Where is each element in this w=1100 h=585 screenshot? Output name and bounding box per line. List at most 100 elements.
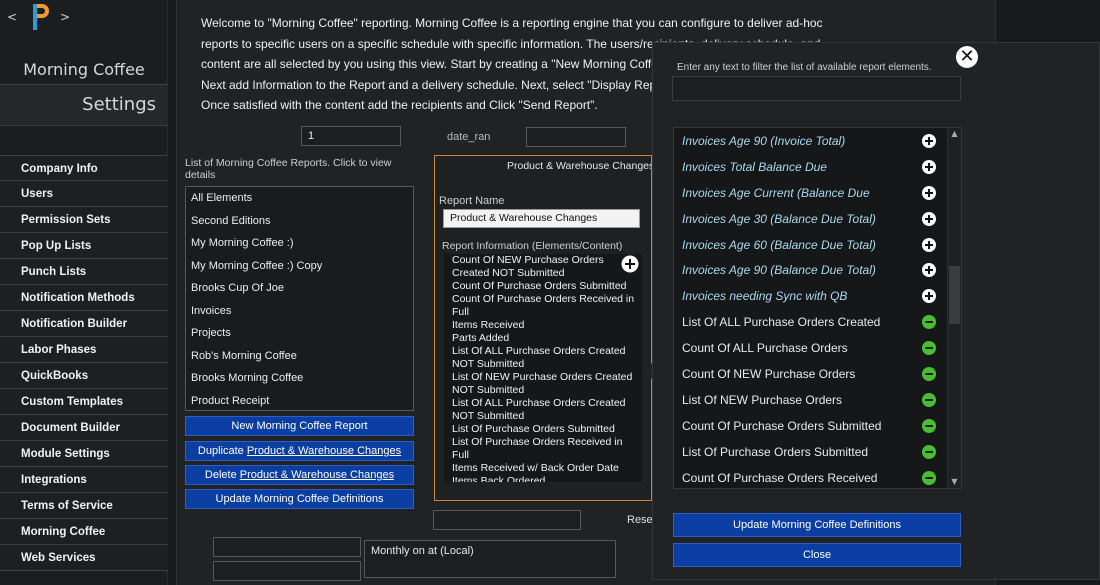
report-element-row[interactable]: Count Of Purchase Orders Submitted <box>674 413 961 439</box>
duplicate-report-button[interactable]: Duplicate Product & Warehouse Changes <box>185 441 414 461</box>
settings-menu-item[interactable]: Notification Methods <box>0 285 168 311</box>
settings-menu-item[interactable]: Company Info <box>0 155 168 181</box>
remove-element-icon[interactable] <box>922 392 936 407</box>
new-report-button[interactable]: New Morning Coffee Report <box>185 416 414 436</box>
schedule-box[interactable]: Monthly on at (Local) <box>364 540 616 578</box>
report-list-item[interactable]: Brooks Morning Coffee <box>186 367 413 390</box>
report-list-item[interactable]: Rob's Morning Coffee <box>186 345 413 368</box>
report-detail-panel: Product & Warehouse Changes Report Name … <box>434 155 652 501</box>
report-element-label: Invoices Age 90 (Invoice Total) <box>682 134 846 148</box>
date-ran-field[interactable] <box>526 127 626 147</box>
remove-element-icon[interactable] <box>922 341 936 356</box>
report-element-label: Count Of Purchase Orders Received <box>682 470 878 485</box>
report-list-item[interactable]: Projects <box>186 322 413 345</box>
report-info-line: Full <box>452 306 469 318</box>
report-element-row[interactable]: Invoices Age 30 (Balance Due Total) <box>674 206 961 232</box>
add-element-icon[interactable] <box>922 185 936 200</box>
modal-close-button[interactable]: Close <box>673 543 961 567</box>
report-list-item[interactable]: Product Receipt <box>186 390 413 411</box>
add-element-icon[interactable] <box>922 134 936 148</box>
remove-element-icon[interactable] <box>922 418 936 433</box>
update-definitions-button[interactable]: Update Morning Coffee Definitions <box>185 489 414 509</box>
add-element-icon[interactable] <box>621 255 639 273</box>
nav-back-arrow[interactable]: < <box>7 10 17 24</box>
scroll-up-icon[interactable]: ▲ <box>948 128 961 140</box>
app-logo <box>33 4 49 30</box>
report-element-label: Count Of Purchase Orders Submitted <box>682 418 882 433</box>
report-element-label: Invoices needing Sync with QB <box>682 289 848 304</box>
reports-list[interactable]: All Elements Second Editions My Morning Co… <box>185 186 414 411</box>
report-list-item[interactable]: My Morning Coffee :) Copy <box>186 255 413 278</box>
remove-element-icon[interactable] <box>922 315 936 330</box>
settings-menu-item[interactable]: Labor Phases <box>0 337 168 363</box>
report-info-line: Parts Added <box>452 332 510 344</box>
settings-menu-item[interactable]: Morning Coffee <box>0 519 168 545</box>
welcome-line: Welcome to "Morning Coffee" reporting. M… <box>201 16 823 30</box>
settings-menu-item[interactable]: Web Services <box>0 545 168 571</box>
add-element-icon[interactable] <box>922 289 936 304</box>
add-element-icon[interactable] <box>922 237 936 252</box>
settings-menu-item[interactable]: Punch Lists <box>0 259 168 285</box>
report-info-list[interactable]: Count Of NEW Purchase Orders Created NOT … <box>444 254 642 482</box>
report-list-item[interactable]: Brooks Cup Of Joe <box>186 277 413 300</box>
scroll-down-icon[interactable]: ▼ <box>948 476 961 488</box>
add-element-icon[interactable] <box>922 159 936 174</box>
settings-menu-item[interactable]: Module Settings <box>0 441 168 467</box>
report-element-row[interactable]: Invoices Total Balance Due <box>674 154 961 180</box>
app-name: Morning Coffee <box>23 60 145 79</box>
settings-menu-item[interactable]: Document Builder <box>0 415 168 441</box>
report-list-item[interactable]: All Elements <box>186 187 413 210</box>
report-elements-modal: ✕ Enter any text to filter the list of a… <box>652 42 1100 580</box>
report-element-row[interactable]: Invoices Age Current (Balance Due <box>674 180 961 206</box>
report-element-row[interactable]: Count Of NEW Purchase Orders <box>674 361 961 387</box>
settings-menu-item[interactable]: Permission Sets <box>0 207 168 233</box>
report-name-input[interactable]: Product & Warehouse Changes <box>443 209 640 228</box>
scrollbar-thumb[interactable] <box>949 266 960 324</box>
recipient-field-2[interactable] <box>213 561 361 581</box>
report-element-row[interactable]: Invoices Age 60 (Balance Due Total) <box>674 232 961 258</box>
report-element-label: Invoices Total Balance Due <box>682 159 827 174</box>
report-list-item[interactable]: Second Editions <box>186 210 413 233</box>
report-elements-rows: Invoices Age 90 (Invoice Total) Invoices … <box>674 128 961 488</box>
settings-menu-item[interactable]: Integrations <box>0 467 168 493</box>
remove-element-icon[interactable] <box>922 367 936 382</box>
elements-scrollbar[interactable]: ▲ ▼ <box>947 128 961 488</box>
settings-menu-item[interactable]: QuickBooks <box>0 363 168 389</box>
report-element-label: Invoices Age Current (Balance Due <box>682 185 870 200</box>
nav-forward-arrow[interactable]: > <box>60 10 70 24</box>
reset-field[interactable] <box>433 510 581 530</box>
recipient-field-1[interactable] <box>213 537 361 557</box>
report-info-line: List Of ALL Purchase Orders Created <box>452 397 626 409</box>
remove-element-icon[interactable] <box>922 470 936 485</box>
report-element-row[interactable]: List Of ALL Purchase Orders Created <box>674 309 961 335</box>
report-list-item[interactable]: My Morning Coffee :) <box>186 232 413 255</box>
filter-input[interactable] <box>672 76 961 101</box>
report-element-row[interactable]: Invoices Age 90 (Invoice Total) <box>674 128 961 154</box>
settings-menu-item[interactable]: Terms of Service <box>0 493 168 519</box>
modal-update-definitions-button[interactable]: Update Morning Coffee Definitions <box>673 513 961 537</box>
report-info-line: Items Received <box>452 319 525 331</box>
report-element-row[interactable]: Invoices needing Sync with QB <box>674 283 961 309</box>
close-icon[interactable]: ✕ <box>956 46 978 68</box>
delete-report-button[interactable]: Delete Product & Warehouse Changes <box>185 465 414 485</box>
report-element-row[interactable]: Invoices Age 90 (Balance Due Total) <box>674 257 961 283</box>
report-element-row[interactable]: Count Of Purchase Orders Received <box>674 465 961 488</box>
duplicate-button-prefix: Duplicate <box>197 445 247 457</box>
report-element-row[interactable]: List Of Purchase Orders Submitted <box>674 439 961 465</box>
report-elements-list[interactable]: Invoices Age 90 (Invoice Total) Invoices … <box>673 127 962 489</box>
add-element-icon[interactable] <box>922 263 936 278</box>
remove-element-icon[interactable] <box>922 444 936 459</box>
settings-menu-item[interactable]: Notification Builder <box>0 311 168 337</box>
settings-menu-item[interactable]: Users <box>0 181 168 207</box>
report-list-item[interactable]: Invoices <box>186 300 413 323</box>
settings-menu-item[interactable]: Custom Templates <box>0 389 168 415</box>
date-ran-label: date_ran <box>447 131 491 143</box>
report-info-line: Count Of Purchase Orders Received in <box>452 293 635 305</box>
settings-menu-item[interactable]: Pop Up Lists <box>0 233 168 259</box>
report-info-line: NOT Submitted <box>452 410 525 422</box>
add-element-icon[interactable] <box>922 211 936 226</box>
report-count-field[interactable]: 1 <box>301 126 401 146</box>
report-element-row[interactable]: List Of NEW Purchase Orders <box>674 387 961 413</box>
report-element-label: List Of NEW Purchase Orders <box>682 392 843 407</box>
report-element-row[interactable]: Count Of ALL Purchase Orders <box>674 335 961 361</box>
